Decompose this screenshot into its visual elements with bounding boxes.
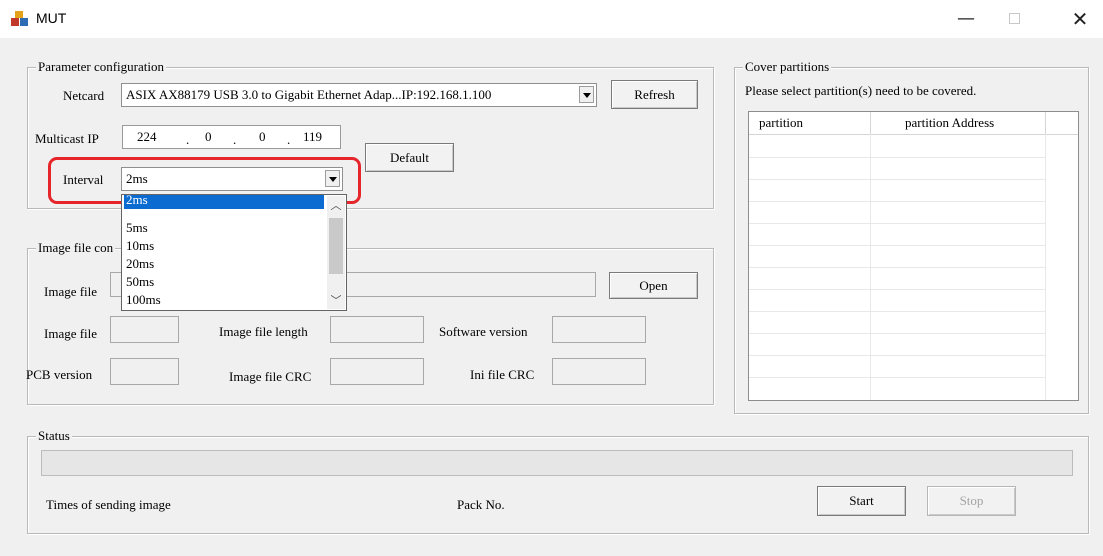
- ip-octet-4[interactable]: 119: [303, 129, 322, 145]
- image-file-length-field[interactable]: [330, 316, 424, 343]
- multicast-ip-field[interactable]: 224 . 0 . 0 . 119: [122, 125, 341, 149]
- interval-option[interactable]: 100ms: [124, 290, 324, 309]
- netcard-value: ASIX AX88179 USB 3.0 to Gigabit Ethernet…: [126, 87, 492, 102]
- progress-bar: [41, 450, 1073, 476]
- column-header-partition[interactable]: partition: [749, 112, 871, 134]
- title-bar: MUT — ✕: [0, 0, 1103, 38]
- ip-octet-1[interactable]: 224: [137, 129, 157, 145]
- software-version-field[interactable]: [552, 316, 646, 343]
- grid-line: [749, 355, 1046, 356]
- grid-line: [749, 377, 1046, 378]
- pcb-version-label: PCB version: [26, 367, 93, 382]
- start-button[interactable]: Start: [817, 486, 906, 516]
- pack-no-label: Pack No.: [457, 497, 505, 512]
- multicast-ip-label: Multicast IP: [35, 131, 99, 146]
- window-title: MUT: [36, 10, 67, 26]
- interval-option[interactable]: 20ms: [124, 254, 324, 273]
- grid-line: [749, 223, 1046, 224]
- parameter-configuration-title: Parameter configuration: [36, 59, 166, 75]
- pcb-version-field[interactable]: [110, 358, 179, 385]
- refresh-button[interactable]: Refresh: [611, 80, 698, 109]
- times-of-sending-label: Times of sending image: [46, 497, 171, 512]
- image-file-label: Image file: [44, 284, 98, 299]
- grid-line: [749, 267, 1046, 268]
- grid-line: [749, 179, 1046, 180]
- maximize-icon: [1008, 13, 1020, 24]
- image-file-field[interactable]: [110, 316, 179, 343]
- ini-file-crc-field[interactable]: [552, 358, 646, 385]
- image-file-label-2: Image file: [44, 326, 98, 341]
- ip-dot: .: [233, 132, 237, 147]
- ip-octet-3[interactable]: 0: [259, 129, 266, 145]
- image-file-crc-field[interactable]: [330, 358, 424, 385]
- interval-option[interactable]: 50ms: [124, 272, 324, 291]
- minimize-button[interactable]: —: [948, 4, 984, 34]
- cover-partitions-hint: Please select partition(s) need to be co…: [745, 83, 977, 98]
- column-header-partition-address[interactable]: partition Address: [871, 112, 1046, 134]
- interval-dropdown-list[interactable]: 2ms 5ms 10ms 20ms 50ms 100ms ︿ ﹀: [121, 194, 347, 311]
- interval-option[interactable]: 10ms: [124, 236, 324, 255]
- open-button[interactable]: Open: [609, 272, 698, 299]
- grid-line: [749, 157, 1046, 158]
- dropdown-scrollbar[interactable]: ︿ ﹀: [327, 196, 345, 309]
- scroll-up-icon[interactable]: ︿: [327, 198, 345, 214]
- grid-line: [749, 333, 1046, 334]
- close-button[interactable]: ✕: [1062, 4, 1098, 34]
- image-file-length-label: Image file length: [219, 324, 308, 339]
- grid-line: [749, 245, 1046, 246]
- software-version-label: Software version: [439, 324, 528, 339]
- grid-line: [749, 289, 1046, 290]
- ip-octet-2[interactable]: 0: [205, 129, 212, 145]
- grid-line: [749, 201, 1046, 202]
- partition-table[interactable]: partition partition Address: [748, 111, 1079, 401]
- default-button[interactable]: Default: [365, 143, 454, 172]
- image-file-group-title: Image file con: [36, 240, 116, 256]
- maximize-button[interactable]: [996, 4, 1032, 34]
- cover-partitions-title: Cover partitions: [743, 59, 832, 75]
- chevron-down-icon[interactable]: [579, 86, 594, 103]
- app-blocks-icon: [11, 11, 28, 26]
- netcard-select[interactable]: ASIX AX88179 USB 3.0 to Gigabit Ethernet…: [121, 83, 597, 107]
- scroll-thumb[interactable]: [329, 218, 343, 274]
- partition-table-header: partition partition Address: [749, 112, 1078, 135]
- interval-option-selected[interactable]: 2ms: [124, 195, 324, 209]
- status-title: Status: [36, 428, 72, 444]
- ip-dot: .: [186, 132, 190, 147]
- ip-dot: .: [287, 132, 291, 147]
- interval-option[interactable]: 5ms: [124, 218, 324, 237]
- ini-file-crc-label: Ini file CRC: [470, 367, 535, 382]
- grid-line: [749, 311, 1046, 312]
- stop-button[interactable]: Stop: [927, 486, 1016, 516]
- netcard-label: Netcard: [63, 88, 105, 103]
- image-file-crc-label: Image file CRC: [229, 369, 312, 384]
- scroll-down-icon[interactable]: ﹀: [327, 293, 345, 309]
